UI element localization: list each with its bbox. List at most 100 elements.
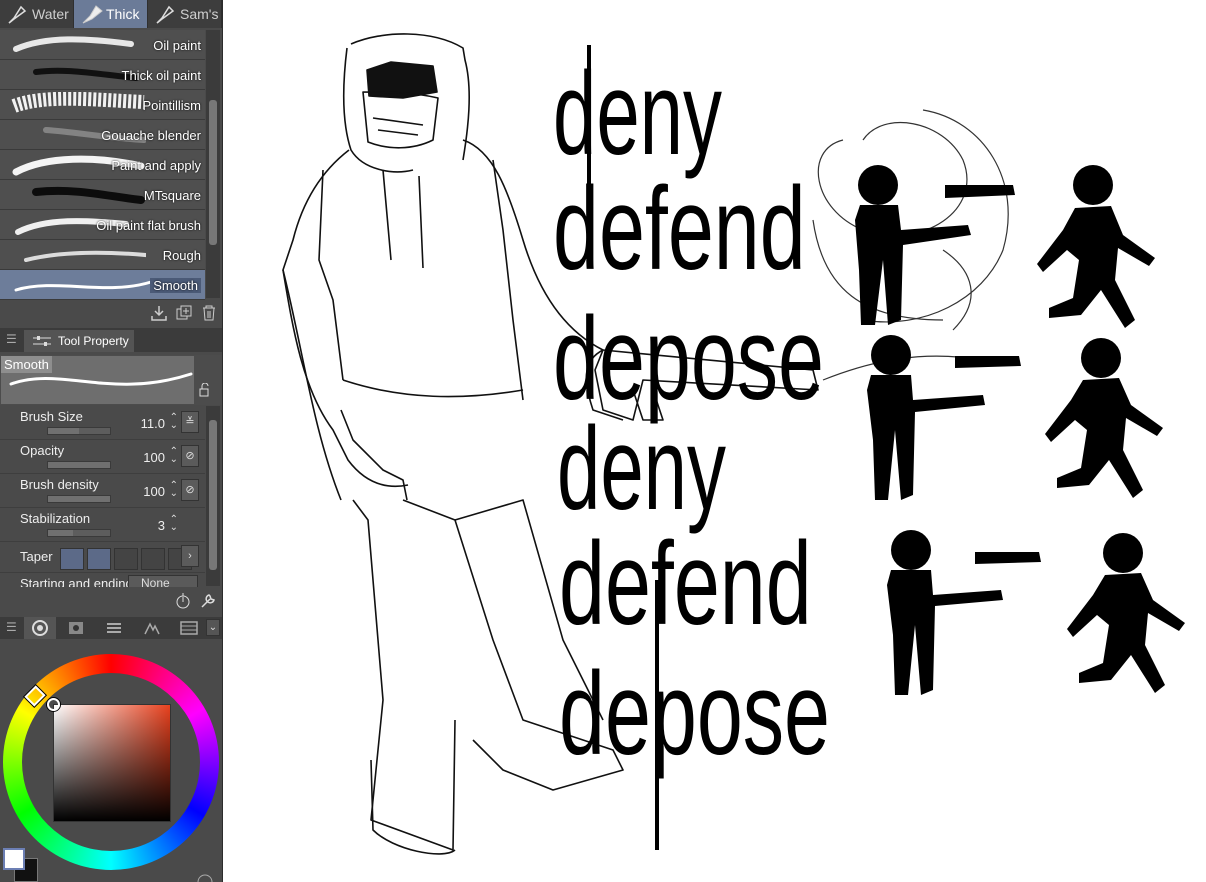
brush-item-pointillism[interactable]: Pointillism — [0, 90, 205, 120]
panel-menu-icon[interactable]: ☰ — [6, 332, 17, 346]
brush-item-paint-and-apply[interactable]: Paint and apply — [0, 150, 205, 180]
color-panel-header: ☰ ⌄ — [0, 617, 222, 639]
brush-item-thick-oil-paint[interactable]: Thick oil paint — [0, 60, 205, 90]
property-value[interactable]: 100 — [143, 450, 165, 465]
brush-item-gouache-blender[interactable]: Gouache blender — [0, 120, 205, 150]
brush-label: Thick oil paint — [121, 68, 201, 83]
property-label: Taper — [20, 549, 53, 564]
brush-label: Rough — [162, 248, 201, 263]
tool-property-footer — [0, 587, 222, 615]
swap-colors-icon[interactable] — [196, 872, 214, 882]
main-color-swatch[interactable] — [3, 848, 25, 870]
canvas-word-depose: depose — [553, 293, 824, 425]
brush-group-tabs: Water Thick Sam's — [0, 0, 222, 28]
property-value[interactable]: 3 — [158, 518, 165, 533]
drawing-canvas[interactable]: deny defend depose deny defend depose — [223, 0, 1206, 882]
wrench-icon[interactable] — [199, 592, 217, 610]
chevron-down-icon[interactable]: ⌄ — [206, 619, 220, 636]
pressure-settings-button[interactable]: ≚ — [181, 411, 199, 433]
brush-label: MTsquare — [143, 188, 201, 203]
tab-color-set[interactable] — [60, 617, 92, 639]
canvas-word-deny: deny — [553, 48, 722, 180]
property-slider[interactable] — [47, 461, 111, 469]
scrollbar-thumb[interactable] — [209, 100, 217, 245]
brush-item-rough[interactable]: Rough — [0, 240, 205, 270]
property-slider[interactable] — [47, 427, 111, 435]
property-opacity[interactable]: Opacity 100 ⌃ ⌄ ⊘ — [0, 440, 205, 474]
tab-label: Tool Property — [58, 334, 129, 348]
tab-intermediate-color[interactable] — [98, 617, 130, 639]
tab-tool-property[interactable]: Tool Property — [24, 330, 134, 352]
expand-button[interactable]: › — [181, 545, 199, 567]
reset-icon[interactable] — [174, 592, 192, 610]
brush-stroke-preview — [24, 250, 146, 262]
tab-color-wheel[interactable] — [24, 617, 56, 639]
saturation-value-square[interactable] — [53, 704, 171, 822]
color-set-icon — [69, 622, 83, 634]
tool-property-header: ☰ Tool Property — [0, 328, 222, 352]
property-slider[interactable] — [47, 495, 111, 503]
property-value[interactable]: 11.0 — [141, 416, 165, 431]
scrollbar-thumb[interactable] — [209, 420, 217, 570]
tab-thick[interactable]: Thick — [74, 0, 148, 28]
duplicate-icon[interactable] — [175, 305, 193, 321]
canvas-word-depose: depose — [559, 648, 830, 780]
shooter-silhouettes — [855, 165, 1041, 695]
canvas-word-defend: defend — [559, 518, 812, 650]
starting-ending-select[interactable]: None — [128, 575, 198, 587]
brush-preview-name: Smooth — [1, 356, 52, 373]
brush-preview-box: Smooth — [1, 356, 194, 404]
brush-item-oil-paint-flat-brush[interactable]: Oil paint flat brush — [0, 210, 205, 240]
spinner-arrows-icon[interactable]: ⌃ ⌄ — [170, 481, 178, 499]
brush-list: Oil paint Thick oil paint Pointillism Go… — [0, 30, 205, 300]
brush-preview: Smooth — [0, 355, 222, 405]
color-picker-marker[interactable] — [47, 698, 60, 711]
paint-tube-icon — [82, 5, 103, 24]
pressure-settings-button[interactable]: ⊘ — [181, 479, 199, 501]
property-taper[interactable]: Taper › — [0, 542, 205, 573]
property-value[interactable]: 100 — [143, 484, 165, 499]
tool-property-scrollbar[interactable] — [206, 406, 220, 586]
pressure-settings-button[interactable]: ⊘ — [181, 445, 199, 467]
brush-stroke-preview — [11, 92, 145, 113]
color-wheel-icon — [32, 620, 48, 636]
brush-stroke-preview — [14, 280, 153, 292]
tab-label: Water — [32, 6, 69, 22]
tab-sams[interactable]: Sam's — [148, 0, 222, 28]
canvas-word-defend: defend — [553, 163, 806, 295]
property-brush-density[interactable]: Brush density 100 ⌃ ⌄ ⊘ — [0, 474, 205, 508]
property-stabilization[interactable]: Stabilization 3 ⌃ ⌄ — [0, 508, 205, 542]
spinner-arrows-icon[interactable]: ⌃ ⌄ — [170, 447, 178, 465]
walking-silhouettes — [1037, 165, 1185, 693]
brush-item-oil-paint[interactable]: Oil paint — [0, 30, 205, 60]
brush-actions — [0, 300, 222, 326]
trash-icon[interactable] — [200, 305, 218, 321]
property-brush-size[interactable]: Brush Size 11.0 ⌃ ⌄ ≚ — [0, 406, 205, 440]
tab-color-history[interactable] — [174, 617, 206, 639]
pen-nib-icon — [8, 5, 27, 24]
brush-label: Oil paint — [153, 38, 201, 53]
brush-stroke-preview — [32, 186, 145, 204]
tab-water[interactable]: Water — [0, 0, 74, 28]
spinner-arrows-icon[interactable]: ⌃ ⌄ — [170, 413, 178, 431]
property-label: Stabilization — [20, 511, 91, 526]
tab-approximate-color[interactable] — [136, 617, 168, 639]
property-label: Brush Size — [20, 409, 83, 424]
property-label: Starting and ending — [20, 576, 133, 587]
canvas-word-deny: deny — [557, 403, 726, 535]
sliders-icon — [107, 623, 121, 633]
property-slider[interactable] — [47, 529, 111, 537]
panel-menu-icon[interactable]: ☰ — [6, 620, 17, 634]
taper-presets[interactable] — [60, 548, 195, 570]
download-icon[interactable] — [150, 305, 168, 321]
property-label: Opacity — [20, 443, 65, 458]
smoke-swirl-sketch — [812, 109, 1009, 381]
brush-item-mtsquare[interactable]: MTsquare — [0, 180, 205, 210]
spinner-arrows-icon[interactable]: ⌃ ⌄ — [170, 515, 178, 533]
film-icon — [180, 621, 198, 635]
brush-item-smooth[interactable]: Smooth — [0, 270, 205, 300]
tab-label: Thick — [106, 6, 140, 22]
property-starting-ending[interactable]: Starting and ending None — [0, 573, 205, 587]
brush-list-scrollbar[interactable] — [206, 30, 220, 298]
lock-icon[interactable] — [197, 383, 211, 397]
